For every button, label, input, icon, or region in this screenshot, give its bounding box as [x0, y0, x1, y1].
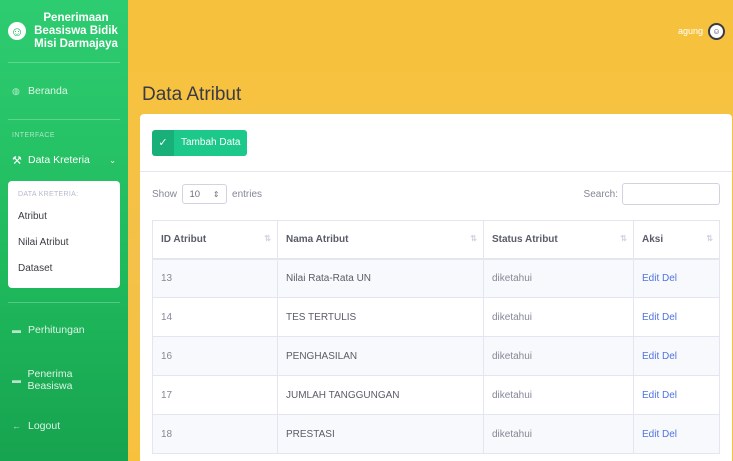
sidebar: ☺ Penerimaan Beasiswa Bidik Misi Darmaja…: [0, 0, 128, 461]
add-data-label: Tambah Data: [181, 137, 241, 148]
show-label: Show: [152, 188, 178, 200]
cell-name: TES TERTULIS: [277, 297, 484, 337]
submenu-data-kreteria: DATA KRETERIA: Atribut Nilai Atribut Dat…: [8, 181, 120, 288]
submenu-item-dataset[interactable]: Dataset: [8, 256, 120, 282]
card-header: ✓ Tambah Data: [140, 114, 732, 172]
sort-icon: ⇅: [264, 234, 271, 243]
cell-status: diketahui: [483, 336, 634, 376]
entries-select[interactable]: 10 ⇕: [182, 184, 228, 204]
sidebar-item-data-kreteria[interactable]: ⚒ Data Kreteria ⌄: [0, 145, 128, 175]
data-card: ✓ Tambah Data Show 10 ⇕ entries Search:: [140, 114, 732, 461]
folder-icon: ▬: [12, 375, 21, 385]
main-content: Data Atribut ✓ Tambah Data Show 10 ⇕ ent…: [128, 62, 733, 461]
cell-name: PENGHASILAN: [277, 336, 484, 376]
table-row: 13 Nilai Rata-Rata UN diketahui Edit Del: [152, 258, 720, 298]
entries-label: entries: [232, 188, 263, 200]
folder-icon: ▬: [12, 325, 21, 335]
header-label: Status Atribut: [492, 233, 558, 245]
sidebar-heading: INTERFACE: [12, 132, 55, 139]
submenu-heading: DATA KRETERIA:: [18, 191, 79, 198]
column-header-id[interactable]: ID Atribut ⇅: [152, 220, 278, 260]
cell-name: PRESTASI: [277, 414, 484, 454]
sidebar-item-label: Logout: [28, 420, 61, 432]
table-row: 14 TES TERTULIS diketahui Edit Del: [152, 297, 720, 337]
sidebar-item-label: Penerima Beasiswa: [27, 368, 73, 392]
edit-del-links[interactable]: Edit Del: [633, 336, 720, 376]
arrow-left-icon: ←: [12, 421, 21, 431]
topbar: agung ☺: [128, 0, 733, 62]
cell-id: 18: [152, 414, 278, 454]
cell-status: diketahui: [483, 297, 634, 337]
sidebar-item-penerima-beasiswa[interactable]: ▬ Penerima Beasiswa: [0, 357, 128, 403]
brand-line-1: Penerimaan: [43, 11, 109, 24]
search-input[interactable]: [622, 183, 720, 205]
dashboard-icon: ◍: [12, 85, 20, 96]
header-label: Nama Atribut: [286, 233, 349, 245]
table-row: 16 PENGHASILAN diketahui Edit Del: [152, 336, 720, 376]
chevron-down-icon: ⌄: [109, 155, 116, 165]
header-label: Aksi: [642, 233, 664, 245]
table-header-row: ID Atribut ⇅ Nama Atribut ⇅ Status Atribut…: [152, 220, 720, 260]
sidebar-lower: ▬ Perhitungan ▬ Penerima Beasiswa ← Logo…: [0, 302, 128, 449]
select-arrows-icon: ⇕: [212, 189, 220, 199]
table-row: 18 PRESTASI diketahui Edit Del: [152, 414, 720, 454]
cell-id: 13: [152, 258, 278, 298]
avatar[interactable]: ☺: [708, 22, 725, 40]
cell-id: 17: [152, 375, 278, 415]
submenu-item-atribut[interactable]: Atribut: [8, 204, 120, 230]
edit-del-links[interactable]: Edit Del: [633, 414, 720, 454]
wrench-icon: ⚒: [12, 154, 22, 167]
sort-icon: ⇅: [470, 234, 477, 243]
cell-status: diketahui: [483, 258, 634, 298]
sidebar-item-logout[interactable]: ← Logout: [0, 403, 128, 449]
cell-id: 14: [152, 297, 278, 337]
sidebar-item-beranda[interactable]: ◍ Beranda: [0, 63, 128, 119]
edit-del-links[interactable]: Edit Del: [633, 297, 720, 337]
brand-line-3: Misi Darmajaya: [34, 37, 118, 50]
data-table: ID Atribut ⇅ Nama Atribut ⇅ Status Atribut…: [152, 220, 720, 454]
cell-id: 16: [152, 336, 278, 376]
sidebar-item-label: Perhitungan: [28, 324, 85, 336]
brand[interactable]: ☺ Penerimaan Beasiswa Bidik Misi Darmaja…: [0, 0, 128, 62]
sort-icon: ⇅: [620, 234, 627, 243]
brand-title: Penerimaan Beasiswa Bidik Misi Darmajaya: [32, 12, 120, 51]
search-label: Search:: [583, 188, 618, 200]
sidebar-item-label: Beranda: [28, 85, 68, 97]
sort-icon: ⇅: [706, 234, 713, 243]
table-row: 17 JUMLAH TANGGUNGAN diketahui Edit Del: [152, 375, 720, 415]
column-header-name[interactable]: Nama Atribut ⇅: [277, 220, 484, 260]
search-control: Search:: [584, 183, 720, 205]
edit-del-links[interactable]: Edit Del: [633, 258, 720, 298]
edit-del-links[interactable]: Edit Del: [633, 375, 720, 415]
submenu-item-nilai-atribut[interactable]: Nilai Atribut: [8, 230, 120, 256]
table-controls: Show 10 ⇕ entries Search:: [140, 172, 732, 216]
cell-status: diketahui: [483, 414, 634, 454]
user-name[interactable]: agung: [678, 26, 703, 36]
cell-name: Nilai Rata-Rata UN: [277, 258, 484, 298]
cell-name: JUMLAH TANGGUNGAN: [277, 375, 484, 415]
column-header-aksi[interactable]: Aksi ⇅: [633, 220, 720, 260]
header-label: ID Atribut: [161, 233, 207, 245]
entries-value: 10: [189, 188, 201, 200]
sidebar-item-perhitungan[interactable]: ▬ Perhitungan: [0, 303, 128, 357]
sidebar-item-label: Data Kreteria: [28, 154, 90, 166]
smile-icon: ☺: [8, 22, 26, 40]
brand-line-2: Beasiswa Bidik: [34, 24, 118, 37]
add-data-button[interactable]: ✓ Tambah Data: [152, 129, 248, 156]
entries-control: Show 10 ⇕ entries: [152, 184, 262, 204]
page-title: Data Atribut: [142, 84, 242, 105]
check-icon: ✓: [152, 129, 174, 156]
cell-status: diketahui: [483, 375, 634, 415]
column-header-status[interactable]: Status Atribut ⇅: [483, 220, 634, 260]
